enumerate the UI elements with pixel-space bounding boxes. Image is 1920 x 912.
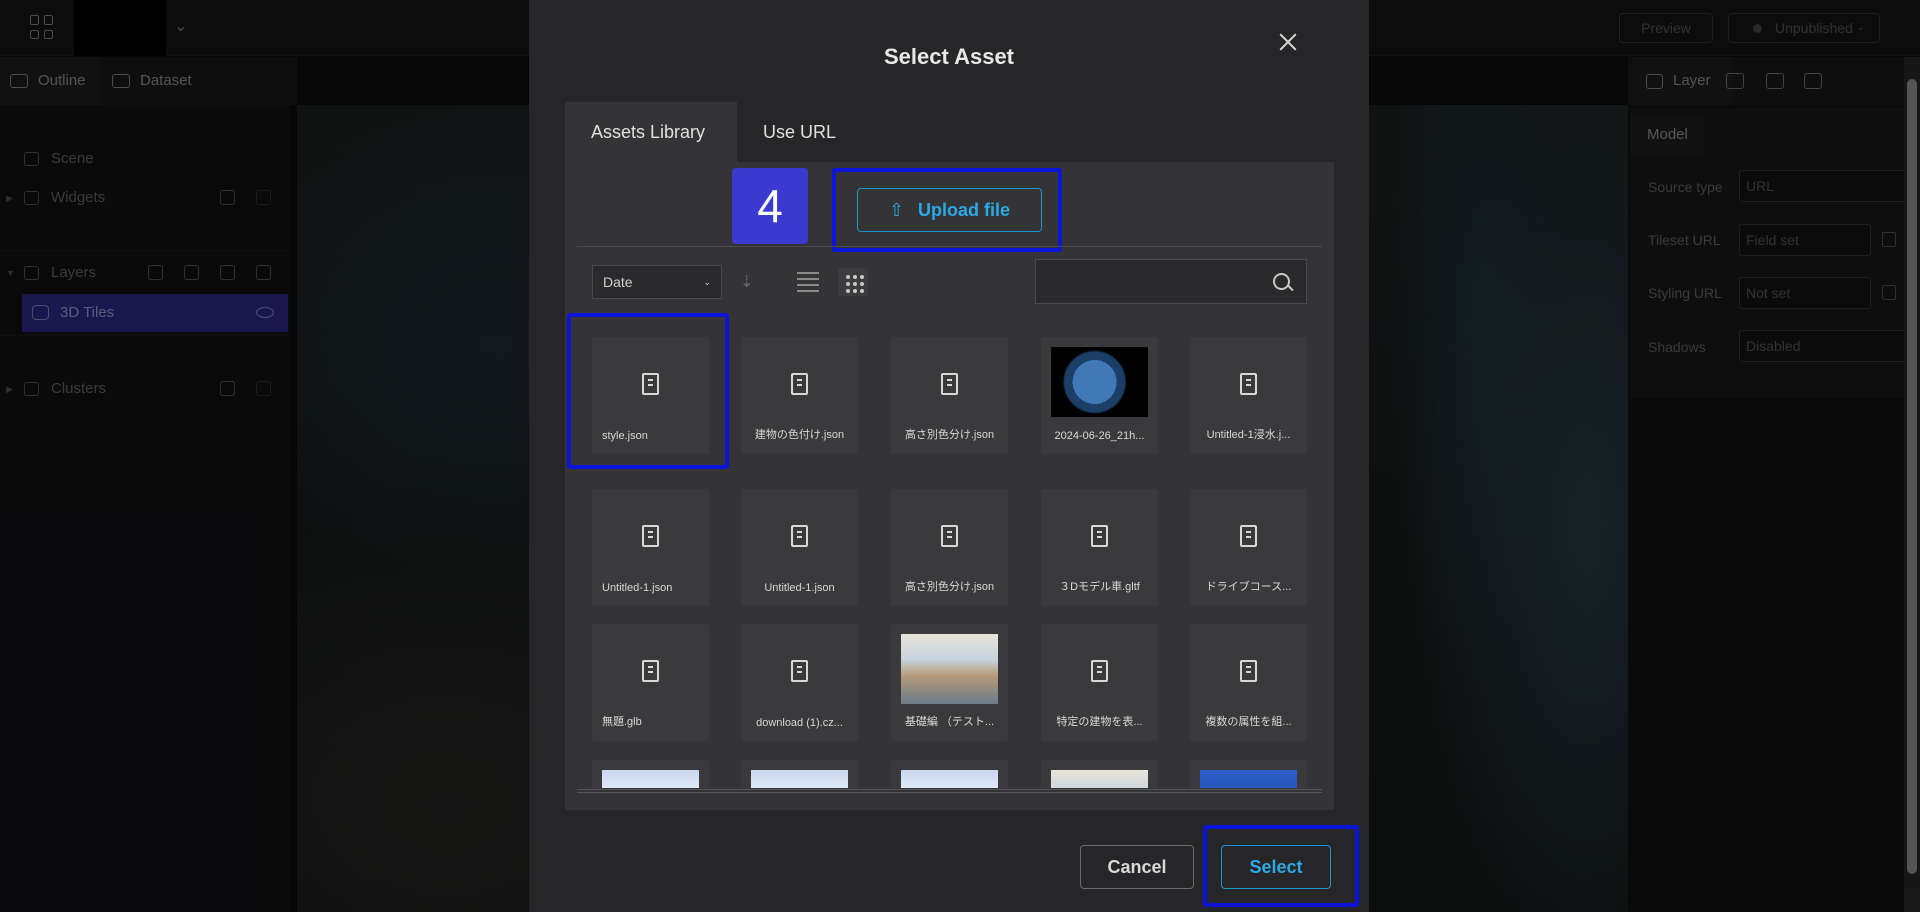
cancel-button[interactable]: Cancel <box>1080 845 1194 889</box>
asset-name: 2024-06-26_21h... <box>1054 430 1145 442</box>
asset-name: 基礎編 （テスト... <box>904 716 995 728</box>
tab-use-url[interactable]: Use URL <box>737 102 862 162</box>
asset-name: 高さ別色分け.json <box>904 581 995 593</box>
asset-card[interactable]: style.json <box>592 337 709 454</box>
file-icon <box>791 373 808 395</box>
close-icon[interactable] <box>1274 28 1302 56</box>
asset-search-input[interactable] <box>1036 260 1256 303</box>
asset-thumbnail <box>1200 770 1297 788</box>
file-icon <box>642 373 659 395</box>
asset-name: Untitled-1.json <box>764 582 835 594</box>
asset-name: Untitled-1浸水.j... <box>1206 429 1291 441</box>
file-icon <box>1091 660 1108 682</box>
app-window: ⌄ Preview Unpublished ⌄ Outline Dataset … <box>0 0 1920 912</box>
upload-file-label: Upload file <box>918 200 1011 220</box>
asset-thumbnail <box>901 770 998 788</box>
select-button[interactable]: Select <box>1221 845 1331 889</box>
asset-name: ３Dモデル車.gltf <box>1059 581 1140 593</box>
asset-name: Untitled-1.json <box>602 582 673 594</box>
asset-thumbnail <box>751 770 848 788</box>
asset-card[interactable]: 高さ別色分け.json <box>891 489 1008 606</box>
asset-card[interactable]: 高さ別色分け.json <box>891 337 1008 454</box>
asset-card[interactable]: Untitled-1浸水.j... <box>1190 337 1307 454</box>
tab-assets-library[interactable]: Assets Library <box>565 102 737 162</box>
step-badge: 4 <box>732 168 808 244</box>
asset-card[interactable]: 建物の色付け.json <box>741 337 858 454</box>
grid-view-icon[interactable] <box>838 268 868 296</box>
asset-name: 複数の属性を組... <box>1205 716 1292 728</box>
asset-card[interactable]: ドライブコース... <box>1190 489 1307 606</box>
file-icon <box>642 525 659 547</box>
asset-thumbnail <box>901 634 998 704</box>
asset-search-box[interactable] <box>1035 259 1307 304</box>
toolbar-divider <box>577 246 1322 247</box>
file-icon <box>941 373 958 395</box>
asset-name: ドライブコース... <box>1205 581 1292 593</box>
asset-card[interactable]: Untitled-1.json <box>741 489 858 606</box>
asset-thumbnail <box>1051 770 1148 788</box>
asset-card[interactable]: 2024-06-26_21h... <box>1041 337 1158 454</box>
asset-card[interactable]: ３Dモデル車.gltf <box>1041 489 1158 606</box>
asset-card[interactable] <box>1190 760 1307 788</box>
chevron-down-icon: ⌄ <box>703 277 711 287</box>
asset-card[interactable]: download (1).cz... <box>741 624 858 741</box>
file-icon <box>791 525 808 547</box>
file-icon <box>642 660 659 682</box>
asset-grid: style.json 建物の色付け.json 高さ別色分け.json 2024-06-… <box>577 318 1322 788</box>
asset-card[interactable] <box>592 760 709 788</box>
file-icon <box>1240 373 1257 395</box>
grid-bottom-border <box>577 789 1322 793</box>
asset-card[interactable] <box>741 760 858 788</box>
file-icon <box>1240 660 1257 682</box>
file-icon <box>1091 525 1108 547</box>
asset-thumbnail <box>602 770 699 788</box>
upload-file-button[interactable]: ⇧ Upload file <box>857 188 1042 232</box>
asset-name: 特定の建物を表... <box>1056 716 1143 728</box>
asset-card[interactable]: 複数の属性を組... <box>1190 624 1307 741</box>
upload-icon: ⇧ <box>888 200 905 220</box>
asset-name: 高さ別色分け.json <box>904 429 995 441</box>
asset-name: style.json <box>602 430 648 442</box>
search-icon[interactable] <box>1273 273 1290 290</box>
file-icon <box>791 660 808 682</box>
asset-card[interactable]: 特定の建物を表... <box>1041 624 1158 741</box>
asset-card[interactable]: 基礎編 （テスト... <box>891 624 1008 741</box>
list-view-icon[interactable] <box>797 272 819 292</box>
asset-card[interactable] <box>891 760 1008 788</box>
sort-order-icon[interactable]: ⇣ <box>740 272 762 292</box>
dialog-title: Select Asset <box>883 44 1015 69</box>
sort-select[interactable]: Date ⌄ <box>592 265 722 299</box>
file-icon <box>1240 525 1257 547</box>
asset-name: 無題.glb <box>602 716 642 728</box>
file-icon <box>941 525 958 547</box>
asset-card[interactable]: 無題.glb <box>592 624 709 741</box>
asset-card[interactable]: Untitled-1.json <box>592 489 709 606</box>
asset-thumbnail <box>1051 347 1148 417</box>
asset-name: 建物の色付け.json <box>754 429 845 441</box>
sort-value: Date <box>603 274 633 290</box>
asset-name: download (1).cz... <box>756 717 843 729</box>
asset-card[interactable] <box>1041 760 1158 788</box>
